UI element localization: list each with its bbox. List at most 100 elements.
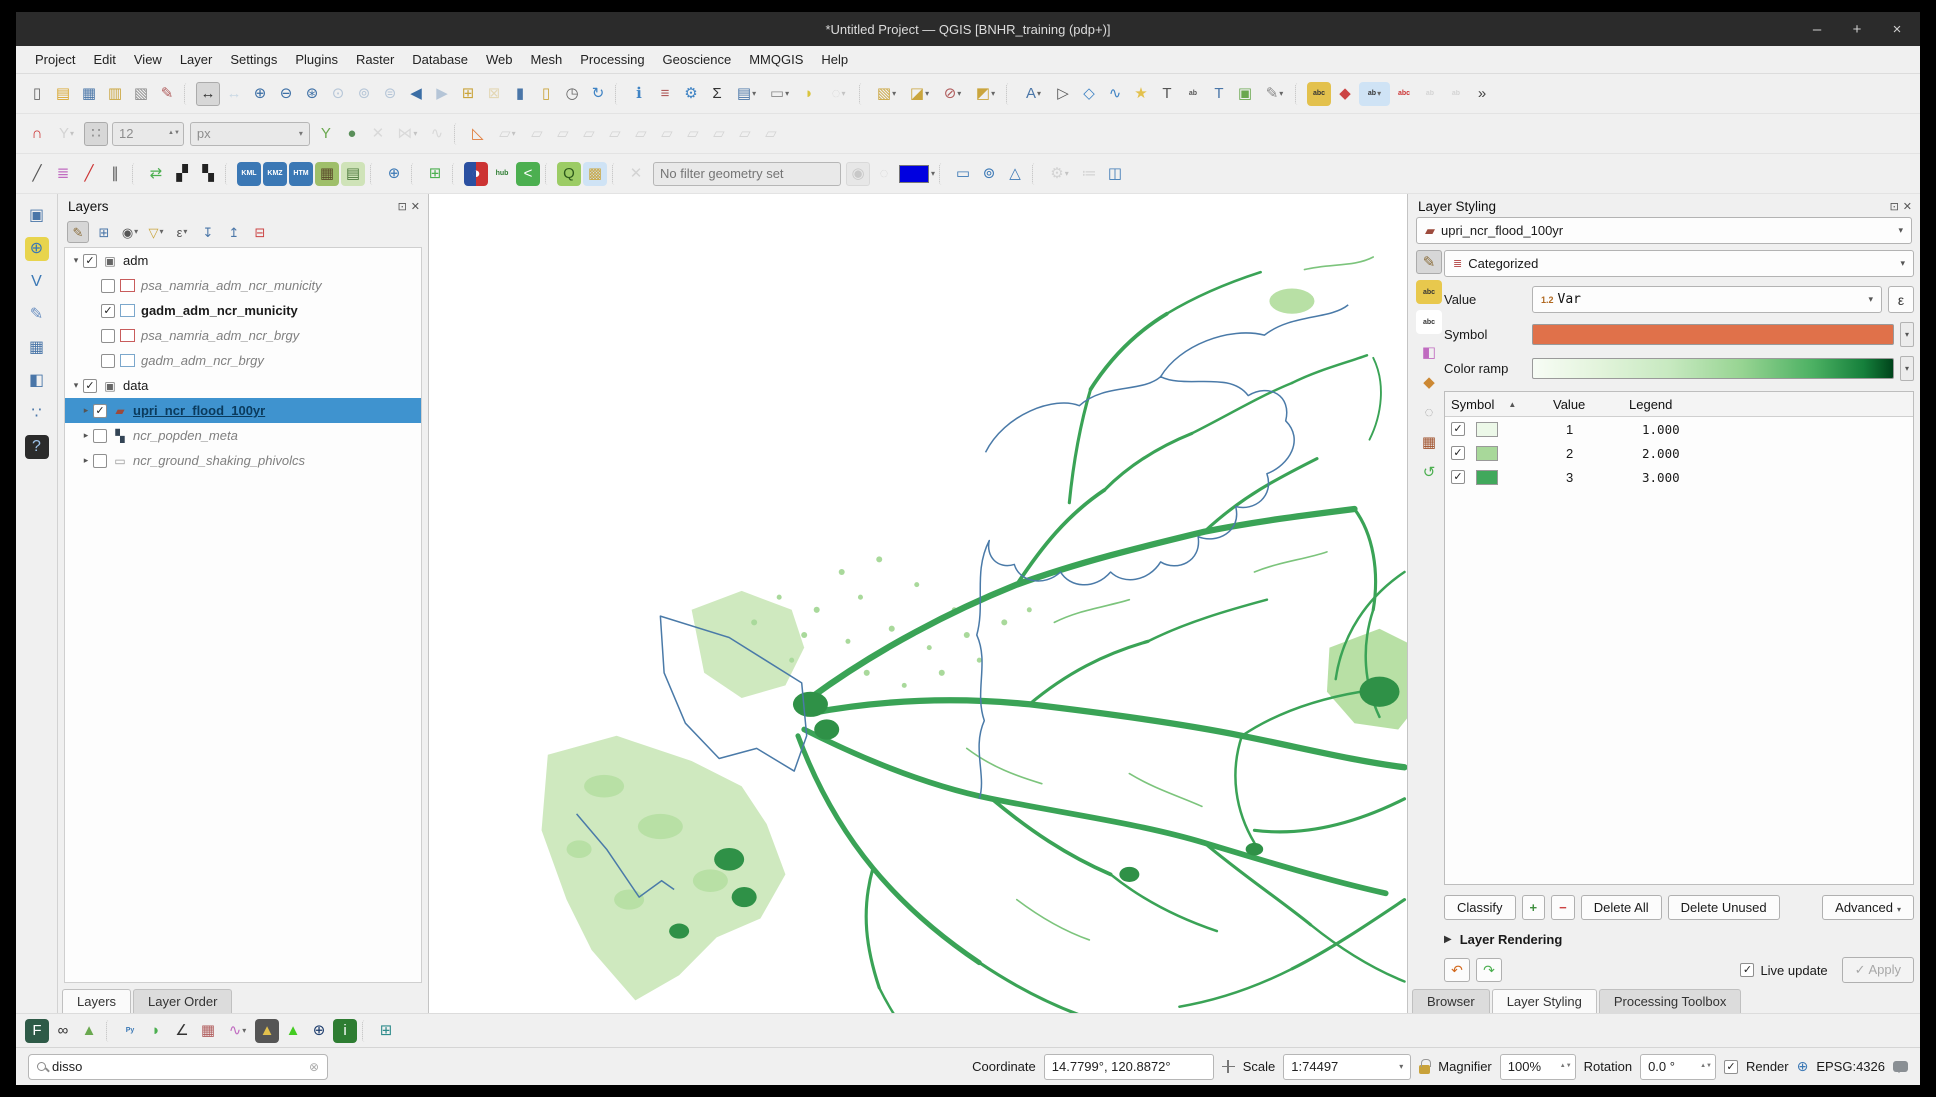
expander-icon[interactable]: ▾ — [69, 380, 83, 391]
copy-move-feature-icon[interactable]: ▱ — [525, 122, 549, 146]
classify-button[interactable]: Classify — [1444, 895, 1516, 920]
expander-icon[interactable]: ▸ — [79, 430, 93, 441]
reshape-features-icon[interactable]: ▱ — [707, 122, 731, 146]
zoom-out-icon[interactable]: ⊖ — [274, 82, 298, 106]
plugin-dem-icon[interactable]: ▲ — [281, 1019, 305, 1043]
menu-edit[interactable]: Edit — [84, 48, 124, 71]
map-sketch-icon[interactable]: ▩ — [583, 162, 607, 186]
zoom-lasso-icon[interactable]: ◌ — [823, 82, 854, 106]
menu-layer[interactable]: Layer — [171, 48, 222, 71]
add-line-annotation-icon[interactable]: ∿ — [1103, 82, 1127, 106]
undo-button[interactable]: ↶ — [1444, 958, 1470, 982]
value-field-combo[interactable]: 1.2 Var ▾ — [1532, 286, 1882, 313]
toolbar-button[interactable] — [411, 163, 418, 185]
maximize-button[interactable]: + — [1848, 21, 1866, 38]
layer-checkbox[interactable] — [101, 304, 115, 318]
bookmarks-icon[interactable]: ▮ — [508, 82, 532, 106]
help-icon[interactable]: ? — [25, 435, 49, 459]
plugin-geopackage-icon[interactable]: ◗ — [144, 1019, 168, 1043]
layer-row[interactable]: ▸ ▭ ncr_ground_shaking_phivolcs — [65, 448, 421, 473]
filter-visible-icon[interactable]: ◉ — [846, 162, 870, 186]
add-polygon-feature-icon[interactable]: △ — [1003, 162, 1027, 186]
layer-label[interactable]: psa_namria_adm_ncr_municity — [141, 278, 322, 293]
menu-raster[interactable]: Raster — [347, 48, 403, 71]
hatch-lines-icon[interactable]: ∥ — [103, 162, 127, 186]
digitize-shape-icon[interactable]: ● — [340, 122, 364, 146]
close-panel-icon[interactable]: ✕ — [1903, 200, 1912, 213]
toolbar-button[interactable] — [184, 83, 191, 105]
layer-row[interactable]: gadm_adm_ncr_brgy — [65, 348, 421, 373]
menu-help[interactable]: Help — [812, 48, 857, 71]
zoom-next-icon[interactable]: ▶ — [430, 82, 454, 106]
swap-layers-icon[interactable]: ⇄ — [144, 162, 168, 186]
expander-icon[interactable]: ▸ — [79, 455, 93, 466]
snap-tolerance-input[interactable] — [113, 126, 165, 141]
layer-checkbox[interactable] — [93, 429, 107, 443]
layer-row[interactable]: psa_namria_adm_ncr_brgy — [65, 323, 421, 348]
labels-tab-icon[interactable]: abc — [1416, 280, 1442, 304]
spin-arrows-icon[interactable]: ▲▼ — [1557, 1063, 1575, 1070]
line-styles-icon[interactable]: ≣ — [51, 162, 75, 186]
pan-map-icon[interactable]: ↔ — [196, 82, 220, 106]
apply-button[interactable]: ✓ Apply — [1842, 957, 1914, 983]
add-form-annotation-icon[interactable]: T — [1207, 82, 1231, 106]
select-by-location-icon[interactable]: ◩ — [970, 82, 1001, 106]
map-tips-icon[interactable]: ◗ — [797, 82, 821, 106]
toolbar-button[interactable] — [859, 83, 866, 105]
symbol-color-bar[interactable] — [1532, 324, 1894, 345]
add-text-annotation-icon[interactable]: T — [1155, 82, 1179, 106]
mask-gray-icon[interactable]: ◌ — [1416, 400, 1442, 424]
add-raster-layer-icon[interactable]: ▦ — [25, 336, 49, 360]
identify-features-icon[interactable]: ℹ — [627, 82, 651, 106]
open-styling-dock-icon[interactable]: ✎ — [67, 221, 89, 243]
toolbar-button[interactable] — [1006, 83, 1013, 105]
plugin-fgis-icon[interactable]: F — [25, 1019, 49, 1043]
raster-histogram-icon[interactable]: ▦ — [1416, 430, 1442, 454]
remove-layer-icon[interactable]: ⊟ — [249, 221, 271, 243]
select-features-icon[interactable]: ▧ — [871, 82, 902, 106]
add-ring-icon[interactable]: ▱ — [603, 122, 627, 146]
layer-checkbox[interactable] — [83, 254, 97, 268]
collapse-arrow-icon[interactable]: ▶ — [1444, 934, 1452, 945]
masks-tab-icon[interactable]: abc — [1416, 310, 1442, 334]
simplify-feature-icon[interactable]: ▱ — [577, 122, 601, 146]
magnifier-input[interactable] — [1501, 1059, 1557, 1074]
temporal-controller-icon[interactable]: ◷ — [560, 82, 584, 106]
sort-asc-icon[interactable]: ▲ — [1508, 400, 1516, 409]
layer-checkbox[interactable] — [101, 354, 115, 368]
list-options-icon[interactable]: ≔ — [1077, 162, 1101, 186]
diagrams-tab-icon[interactable]: ◆ — [1416, 370, 1442, 394]
label-highlight-icon[interactable]: ab — [1359, 82, 1390, 106]
toolbar-button[interactable] — [225, 163, 232, 185]
scale-combo[interactable]: 1:74497 ▾ — [1283, 1054, 1411, 1080]
philippines-geoportal-icon[interactable]: ◑ — [464, 162, 488, 186]
filter-lasso-icon[interactable]: ◌ — [872, 162, 896, 186]
delete-all-button[interactable]: Delete All — [1581, 895, 1662, 920]
rotation-spinbox[interactable]: ▲▼ — [1640, 1054, 1716, 1080]
symbol-column-header[interactable]: Symbol — [1451, 397, 1494, 412]
label-abc-red-icon[interactable]: abc — [1392, 82, 1416, 106]
split-features-icon[interactable]: ▱ — [733, 122, 757, 146]
layer-label[interactable]: psa_namria_adm_ncr_brgy — [141, 328, 299, 343]
checker-invert-icon[interactable]: ▞ — [170, 162, 194, 186]
scale-lock-icon[interactable] — [1419, 1065, 1430, 1074]
plugin-search-binoculars-icon[interactable]: ∞ — [51, 1019, 75, 1043]
symbol-dropdown-icon[interactable]: ▾ — [1900, 322, 1914, 347]
tab-browser[interactable]: Browser — [1412, 989, 1490, 1013]
render-checkbox[interactable] — [1724, 1060, 1738, 1074]
tracing-icon[interactable]: Y — [314, 122, 338, 146]
layer-label[interactable]: upri_ncr_flood_100yr — [133, 403, 265, 418]
add-star-annotation-icon[interactable]: ★ — [1129, 82, 1153, 106]
menu-mesh[interactable]: Mesh — [521, 48, 571, 71]
toolbar-button[interactable] — [1295, 83, 1302, 105]
layer-label[interactable]: data — [123, 378, 148, 393]
color-swatch-button[interactable] — [899, 165, 929, 183]
category-swatch[interactable] — [1476, 470, 1498, 485]
add-pointcloud-layer-icon[interactable]: ∵ — [25, 402, 49, 426]
toolbar-button[interactable] — [612, 163, 619, 185]
layer-row[interactable]: gadm_adm_ncr_municity — [65, 298, 421, 323]
add-gpx-layer-icon[interactable]: ✎ — [25, 303, 49, 327]
layer-label[interactable]: gadm_adm_ncr_brgy — [141, 353, 264, 368]
rotation-input[interactable] — [1641, 1059, 1697, 1074]
plugin-profile-curves-icon[interactable]: ∿ — [222, 1019, 253, 1043]
